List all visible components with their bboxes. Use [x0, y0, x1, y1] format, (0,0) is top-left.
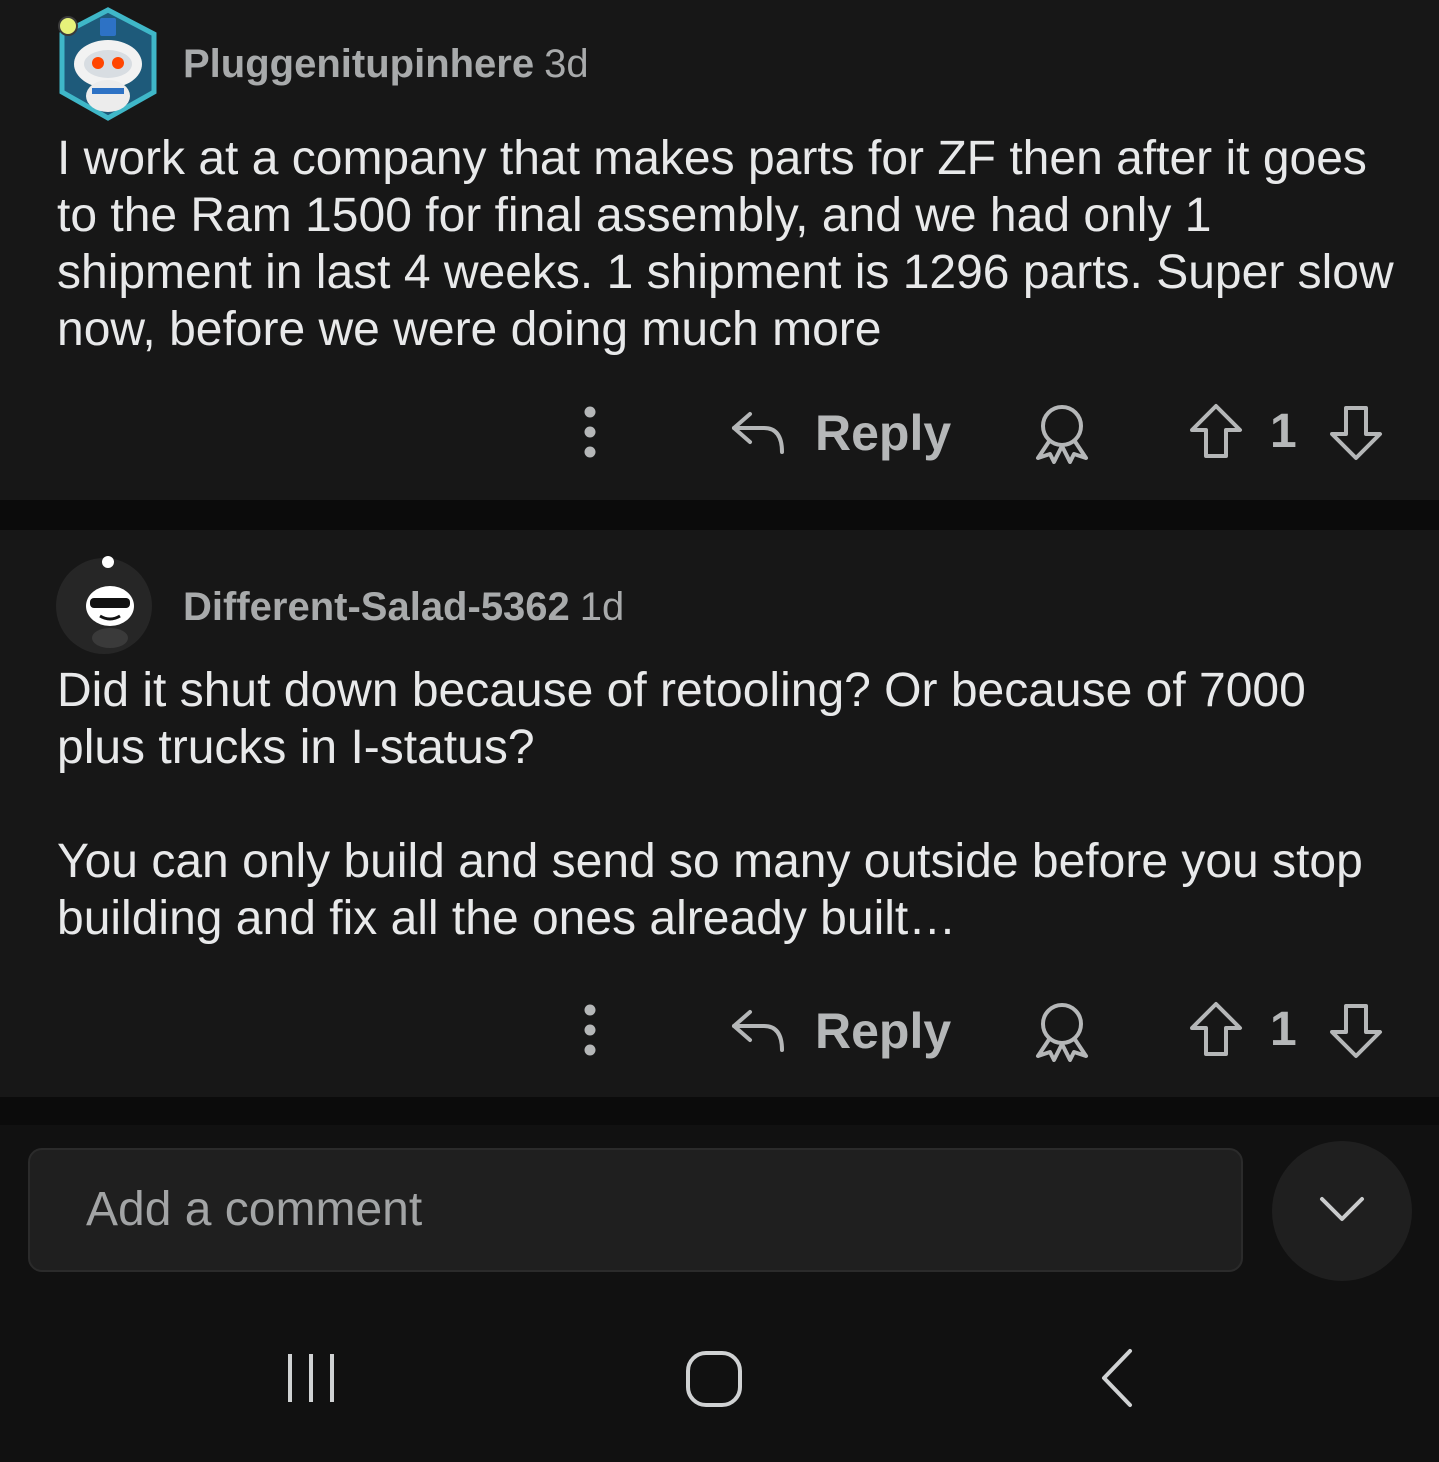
- vote-score: 1: [1270, 1003, 1297, 1056]
- comment-card: Pluggenitupinhere 3d I work at a company …: [0, 0, 1439, 500]
- upvote-arrow-icon[interactable]: [1188, 402, 1244, 462]
- comment-body: I work at a company that makes parts for…: [57, 130, 1397, 358]
- comment-actions: Reply 1: [0, 392, 1439, 472]
- downvote-arrow-icon[interactable]: [1328, 1000, 1384, 1060]
- avatar[interactable]: [54, 556, 154, 656]
- kebab-menu-icon[interactable]: [572, 1002, 608, 1058]
- recent-apps-icon[interactable]: [284, 1350, 340, 1406]
- back-icon[interactable]: [1094, 1347, 1138, 1409]
- collapse-button[interactable]: [1272, 1141, 1412, 1281]
- chevron-down-icon: [1320, 1197, 1364, 1221]
- reply-arrow-icon[interactable]: [730, 408, 786, 456]
- award-ribbon-icon[interactable]: [1030, 1000, 1094, 1062]
- reply-arrow-icon[interactable]: [730, 1006, 786, 1054]
- comment-actions: Reply 1: [0, 990, 1439, 1070]
- comment-composer: Add a comment: [0, 1125, 1439, 1295]
- comment-card: Different-Salad-5362 1d Did it shut down …: [0, 530, 1439, 1097]
- vote-score: 1: [1270, 405, 1297, 458]
- comment-meta: Different-Salad-5362 1d: [183, 585, 624, 630]
- timestamp: 1d: [579, 585, 625, 629]
- comment-meta: Pluggenitupinhere 3d: [183, 42, 589, 87]
- snoo-avatar-icon: [56, 556, 152, 654]
- robot-avatar-icon: [58, 7, 157, 121]
- username[interactable]: Pluggenitupinhere: [183, 42, 534, 86]
- kebab-menu-icon[interactable]: [572, 404, 608, 460]
- downvote-arrow-icon[interactable]: [1328, 402, 1384, 462]
- comment-paragraph: Did it shut down because of retooling? O…: [57, 664, 1306, 774]
- username[interactable]: Different-Salad-5362: [183, 585, 570, 629]
- award-ribbon-icon[interactable]: [1030, 402, 1094, 464]
- reply-button[interactable]: Reply: [815, 1002, 951, 1060]
- comment-body: Did it shut down because of retooling? O…: [57, 662, 1397, 947]
- comment-paragraph: I work at a company that makes parts for…: [57, 132, 1394, 356]
- avatar[interactable]: [54, 6, 162, 124]
- add-comment-input[interactable]: Add a comment: [28, 1148, 1243, 1272]
- system-nav-bar: [0, 1295, 1439, 1462]
- timestamp: 3d: [544, 42, 589, 86]
- upvote-arrow-icon[interactable]: [1188, 1000, 1244, 1060]
- reply-button[interactable]: Reply: [815, 404, 951, 462]
- home-icon[interactable]: [684, 1349, 744, 1409]
- comment-paragraph: You can only build and send so many outs…: [57, 835, 1363, 945]
